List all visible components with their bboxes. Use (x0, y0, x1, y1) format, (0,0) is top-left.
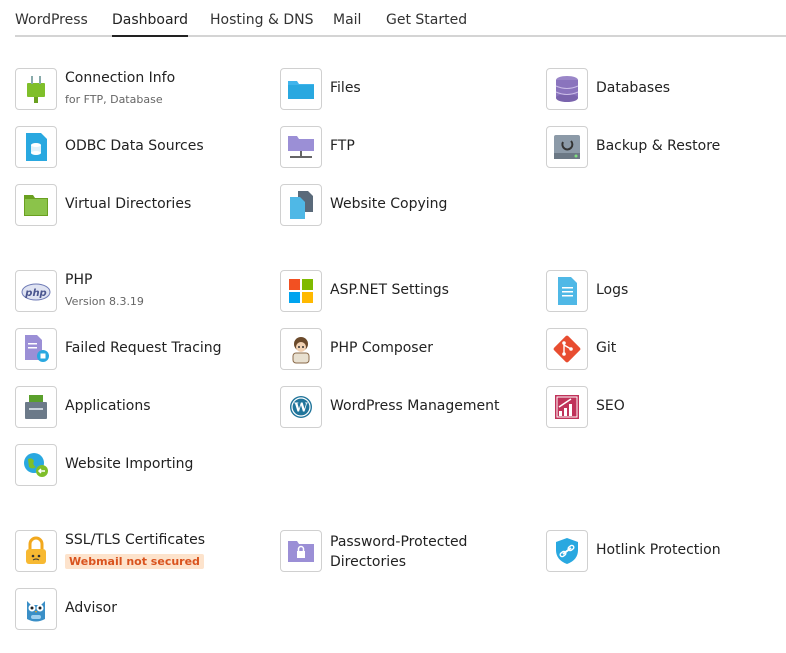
tile-label: SEO (596, 398, 625, 414)
wordpress-icon: W (280, 386, 322, 428)
tab-hosting-dns[interactable]: Hosting & DNS (210, 12, 313, 28)
tile-failed-request-tracing[interactable]: Failed Request Tracing (15, 328, 265, 372)
tile-odbc[interactable]: ODBC Data Sources (15, 126, 265, 170)
tile-label: WordPress Management (330, 398, 500, 414)
tile-website-importing[interactable]: Website Importing (15, 444, 265, 488)
tile-label: PHP (65, 272, 93, 288)
tile-password-protected-directories[interactable]: Password-Protected Directories (280, 530, 530, 574)
tile-files[interactable]: Files (280, 68, 530, 112)
locked-folder-icon (280, 530, 322, 572)
tile-label: Hotlink Protection (596, 542, 721, 558)
tile-applications[interactable]: Applications (15, 386, 265, 430)
tile-label: Logs (596, 282, 629, 298)
tile-label: Connection Info (65, 70, 176, 86)
windows-icon (280, 270, 322, 312)
tile-hotlink-protection[interactable]: Hotlink Protection (546, 530, 786, 574)
tile-git[interactable]: Git (546, 328, 786, 372)
php-icon: php (15, 270, 57, 312)
tile-label: Backup & Restore (596, 138, 721, 154)
svg-text:php: php (24, 288, 46, 299)
tile-label: Advisor (65, 600, 118, 616)
svg-text:W: W (293, 401, 308, 415)
tab-wordpress[interactable]: WordPress (15, 12, 88, 28)
tile-label: Virtual Directories (65, 196, 192, 212)
tile-label: SSL/TLS Certificates (65, 532, 205, 548)
git-icon (546, 328, 588, 370)
plug-icon (15, 68, 57, 110)
tile-seo[interactable]: SEO (546, 386, 786, 430)
tile-wordpress-management[interactable]: W WordPress Management (280, 386, 530, 430)
status-badge: Webmail not secured (65, 554, 204, 569)
shield-link-icon (546, 530, 588, 572)
owl-icon (15, 588, 57, 630)
seo-chart-icon (546, 386, 588, 428)
copy-icon (280, 184, 322, 226)
green-folder-icon (15, 184, 57, 226)
tile-databases[interactable]: Databases (546, 68, 786, 112)
tile-aspnet-settings[interactable]: ASP.NET Settings (280, 270, 530, 314)
composer-icon (280, 328, 322, 370)
tile-advisor[interactable]: Advisor (15, 588, 265, 632)
main-tabs: WordPress Dashboard Hosting & DNS Mail G… (15, 0, 786, 37)
odbc-icon (15, 126, 57, 168)
tile-connection-info[interactable]: Connection Info for FTP, Database (15, 68, 265, 112)
tile-label: Failed Request Tracing (65, 340, 222, 356)
folder-icon (280, 68, 322, 110)
tile-label: Git (596, 340, 617, 356)
tile-ftp[interactable]: FTP (280, 126, 530, 170)
backup-icon (546, 126, 588, 168)
database-icon (546, 68, 588, 110)
tile-label: ASP.NET Settings (330, 282, 449, 298)
tile-sub: for FTP, Database (65, 93, 163, 106)
tile-label: Website Importing (65, 456, 194, 472)
tile-label: Password-Protected Directories (330, 534, 468, 570)
applications-icon (15, 386, 57, 428)
tile-label: Databases (596, 80, 671, 96)
tile-php[interactable]: php PHP Version 8.3.19 (15, 270, 265, 314)
tile-label: Files (330, 80, 361, 96)
tile-label: ODBC Data Sources (65, 138, 204, 154)
ftp-folder-icon (280, 126, 322, 168)
tile-ssl-tls-certificates[interactable]: SSL/TLS Certificates Webmail not secured (15, 530, 265, 574)
tile-backup-restore[interactable]: Backup & Restore (546, 126, 786, 170)
tab-mail[interactable]: Mail (333, 12, 361, 28)
log-file-icon (546, 270, 588, 312)
tile-label: PHP Composer (330, 340, 433, 356)
lock-icon (15, 530, 57, 572)
tile-label: FTP (330, 138, 355, 154)
tile-sub: Version 8.3.19 (65, 295, 144, 308)
tile-php-composer[interactable]: PHP Composer (280, 328, 530, 372)
tab-dashboard[interactable]: Dashboard (112, 12, 188, 37)
tile-logs[interactable]: Logs (546, 270, 786, 314)
globe-import-icon (15, 444, 57, 486)
tile-label: Applications (65, 398, 151, 414)
failed-trace-icon (15, 328, 57, 370)
tab-get-started[interactable]: Get Started (386, 12, 467, 28)
tile-label: Website Copying (330, 196, 448, 212)
tile-virtual-directories[interactable]: Virtual Directories (15, 184, 265, 228)
tile-website-copying[interactable]: Website Copying (280, 184, 530, 228)
